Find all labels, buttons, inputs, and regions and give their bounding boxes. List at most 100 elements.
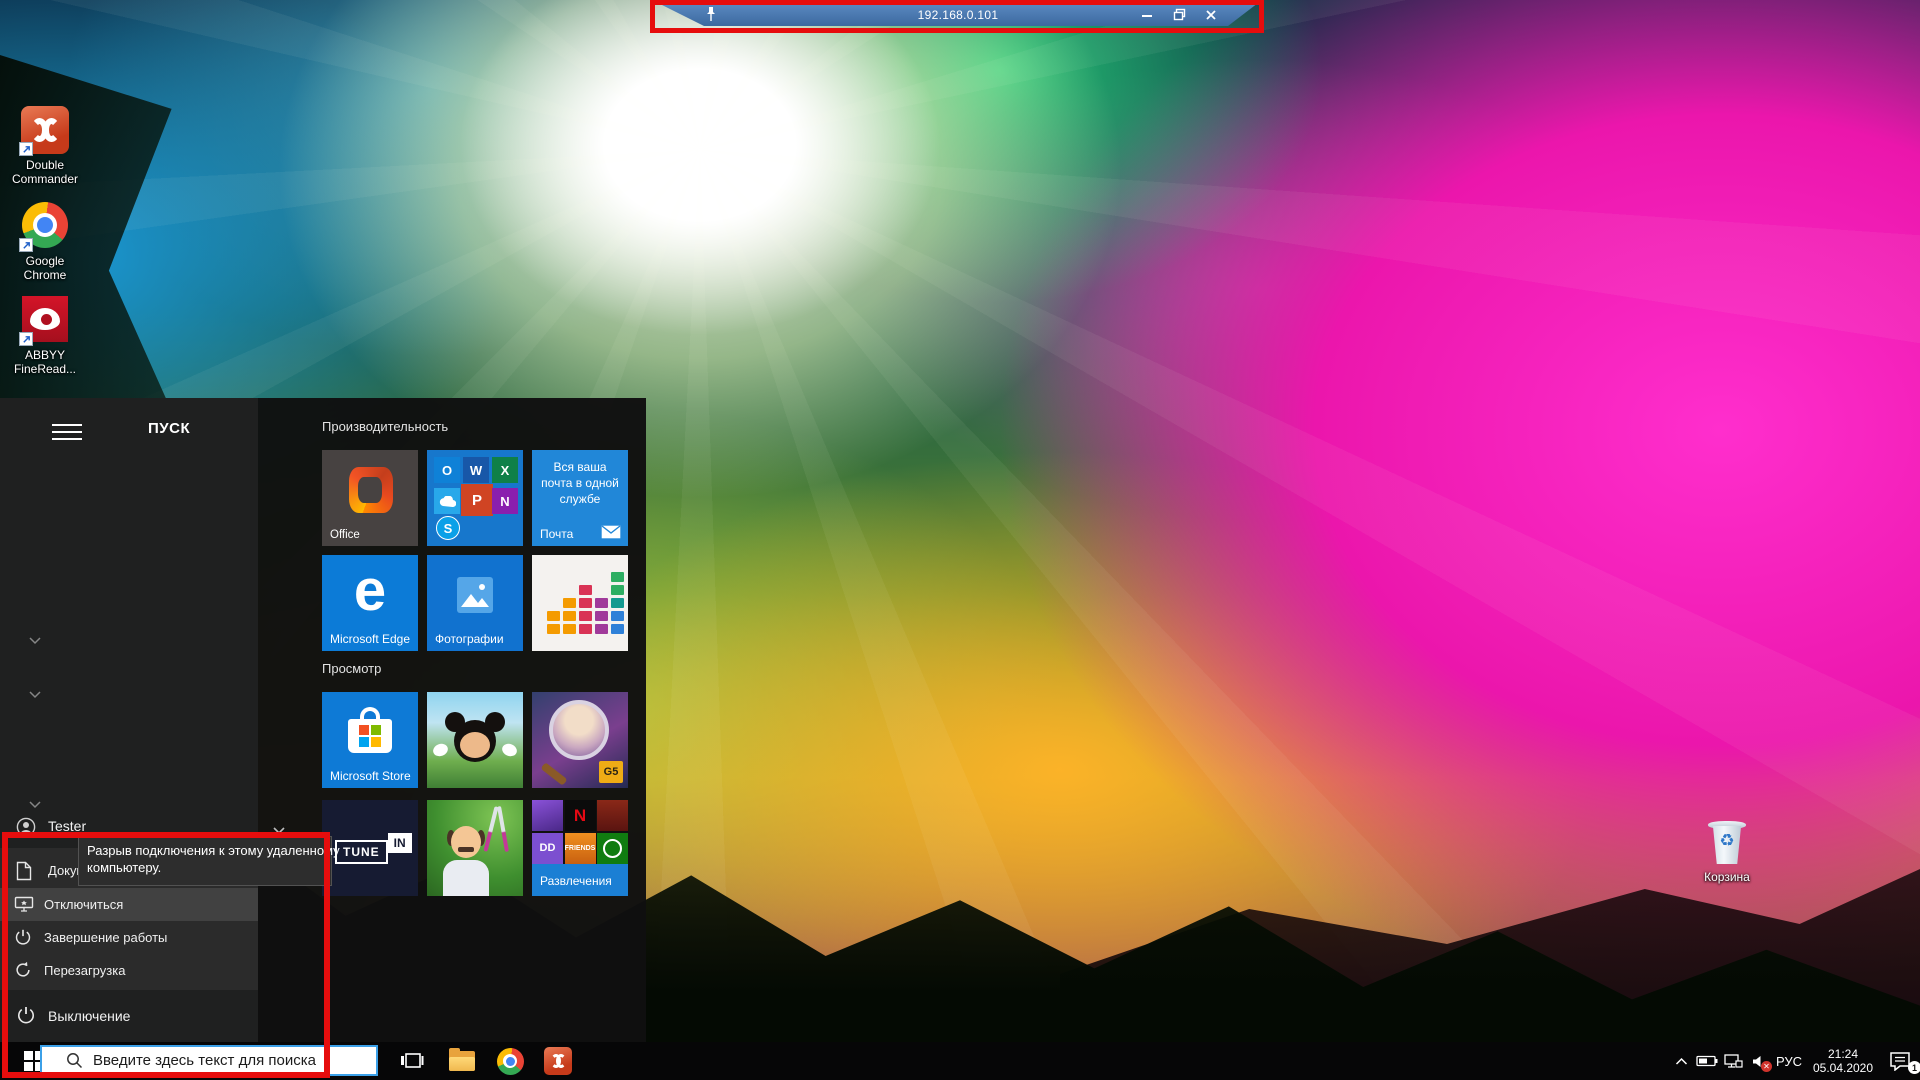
hidden-icons-chevron[interactable] — [1668, 1042, 1694, 1080]
tile-entertainment[interactable]: N DD FRIENDS Развлечения — [532, 800, 628, 896]
user-name: Tester — [48, 818, 86, 834]
desktop-screen: Double Commander Google Chrome ABBYY Fin… — [0, 0, 1920, 1080]
hamburger-menu-icon[interactable] — [52, 424, 82, 440]
double-commander-taskbar-button[interactable] — [536, 1042, 580, 1080]
tile-label: Microsoft Store — [330, 769, 411, 783]
search-input[interactable] — [93, 1052, 353, 1069]
disconnect-icon — [14, 895, 34, 918]
store-icon — [348, 719, 392, 753]
action-center-button[interactable]: 1 — [1880, 1042, 1920, 1080]
menu-item-label: Отключиться — [44, 897, 123, 912]
restore-button[interactable] — [1170, 7, 1188, 23]
g5-badge: G5 — [599, 761, 623, 783]
tooltip-line: компьютеру. — [87, 859, 323, 876]
word-icon: W — [463, 457, 489, 483]
chrome-taskbar-button[interactable] — [488, 1042, 532, 1080]
power-icon — [16, 1005, 36, 1030]
menu-item-label: Перезагрузка — [44, 963, 125, 978]
document-icon — [16, 861, 32, 886]
tile-label: Фотографии — [435, 632, 504, 646]
start-menu-title: ПУСК — [148, 420, 190, 437]
minimize-button[interactable] — [1138, 7, 1156, 23]
desktop-icon-label: Google Chrome — [6, 254, 84, 282]
excel-icon: X — [492, 457, 518, 483]
desktop-icon-double-commander[interactable]: Double Commander — [6, 106, 84, 186]
mail-envelope-icon — [601, 525, 621, 539]
search-icon — [66, 1052, 83, 1069]
tray-date: 05.04.2020 — [1806, 1061, 1880, 1075]
tile-mail[interactable]: Вся ваша почта в одной службе Почта — [532, 450, 628, 546]
tooltip-line: Разрыв подключения к этому удаленному — [87, 842, 323, 859]
desktop-icon-label: Корзина — [1688, 870, 1766, 884]
tile-photos[interactable]: Фотографии — [427, 555, 523, 651]
tile-g5-game[interactable]: G5 — [532, 692, 628, 788]
tile-office[interactable]: Office — [322, 450, 418, 546]
tile-label: Почта — [540, 527, 573, 541]
chrome-icon — [497, 1048, 524, 1075]
game-mini-tile — [597, 800, 628, 831]
sidebar-item-power[interactable]: Выключение — [0, 998, 258, 1034]
tile-microsoft-edge[interactable]: e Microsoft Edge — [322, 555, 418, 651]
tile-gardenscapes[interactable] — [427, 800, 523, 896]
close-button[interactable] — [1202, 7, 1220, 23]
task-view-button[interactable] — [390, 1042, 434, 1080]
game-mini-tile — [532, 800, 563, 831]
start-menu: ПУСК Tester Отключиться За — [0, 398, 646, 1042]
volume-muted-icon[interactable]: ✕ — [1746, 1042, 1772, 1080]
tile-microsoft-store[interactable]: Microsoft Store — [322, 692, 418, 788]
austin-face — [451, 826, 481, 858]
tile-group-title: Производительность — [322, 419, 448, 434]
notification-badge: 1 — [1908, 1061, 1920, 1074]
friends-mini-tile: FRIENDS — [565, 833, 596, 864]
chevron-down-icon[interactable] — [28, 632, 42, 650]
taskbar: ✕ РУС 21:24 05.04.2020 1 — [0, 1042, 1920, 1080]
menu-item-restart[interactable]: Перезагрузка — [0, 954, 258, 987]
desktop-icon-google-chrome[interactable]: Google Chrome — [6, 202, 84, 282]
tunein-logo: TUNE IN — [335, 840, 412, 864]
shortcut-arrow-icon — [19, 238, 33, 252]
menu-item-label: Завершение работы — [44, 930, 167, 945]
sidebar-item-label: Выключение — [48, 1008, 130, 1024]
recycle-glyph: ♻ — [1705, 831, 1749, 851]
desktop-icon-abbyy-finereader[interactable]: ABBYY FineRead... — [6, 296, 84, 376]
skype-icon: S — [436, 516, 460, 540]
powerpoint-icon: P — [461, 484, 493, 516]
tile-deezer[interactable] — [532, 555, 628, 651]
desktop-icon-label: Double Commander — [6, 158, 84, 186]
onenote-icon: N — [492, 488, 518, 514]
tile-office-suite[interactable]: O W X P N S — [427, 450, 523, 546]
shears-icon — [483, 806, 498, 852]
outlook-icon: O — [434, 457, 460, 483]
battery-icon[interactable] — [1694, 1042, 1720, 1080]
equalizer-icon — [547, 572, 624, 634]
clock[interactable]: 21:24 05.04.2020 — [1806, 1047, 1880, 1075]
onedrive-icon — [434, 488, 460, 514]
edge-icon: e — [322, 557, 418, 624]
desktop-icon-label: ABBYY FineRead... — [6, 348, 84, 376]
double-commander-icon — [544, 1047, 572, 1075]
recycle-bin-icon: ♻ — [1705, 818, 1749, 866]
folder-icon — [449, 1051, 475, 1071]
rdp-connection-bar[interactable]: 192.168.0.101 — [658, 3, 1258, 26]
desktop-icon-recycle-bin[interactable]: ♻ Корзина — [1688, 818, 1766, 884]
chevron-down-icon[interactable] — [28, 686, 42, 704]
file-explorer-button[interactable] — [440, 1042, 484, 1080]
tile-label: Office — [330, 529, 360, 541]
chevron-down-icon[interactable] — [28, 796, 42, 814]
office-icon — [349, 467, 393, 513]
language-indicator[interactable]: РУС — [1772, 1054, 1806, 1069]
netflix-mini-tile: N — [565, 800, 596, 831]
photos-icon — [457, 577, 493, 613]
shortcut-arrow-icon — [19, 142, 33, 156]
tile-group-title: Просмотр — [322, 661, 381, 676]
mail-tile-text: Вся ваша почта в одной службе — [537, 459, 623, 507]
menu-item-shutdown[interactable]: Завершение работы — [0, 921, 258, 954]
dolby-mini-tile: DD — [532, 833, 563, 864]
tile-disney-game[interactable] — [427, 692, 523, 788]
tile-label: Microsoft Edge — [330, 632, 410, 646]
menu-item-disconnect[interactable]: Отключиться — [0, 888, 258, 921]
network-icon[interactable] — [1720, 1042, 1746, 1080]
magnifier-portrait-icon — [549, 700, 609, 760]
shortcut-arrow-icon — [19, 332, 33, 346]
taskbar-search[interactable] — [40, 1045, 378, 1076]
